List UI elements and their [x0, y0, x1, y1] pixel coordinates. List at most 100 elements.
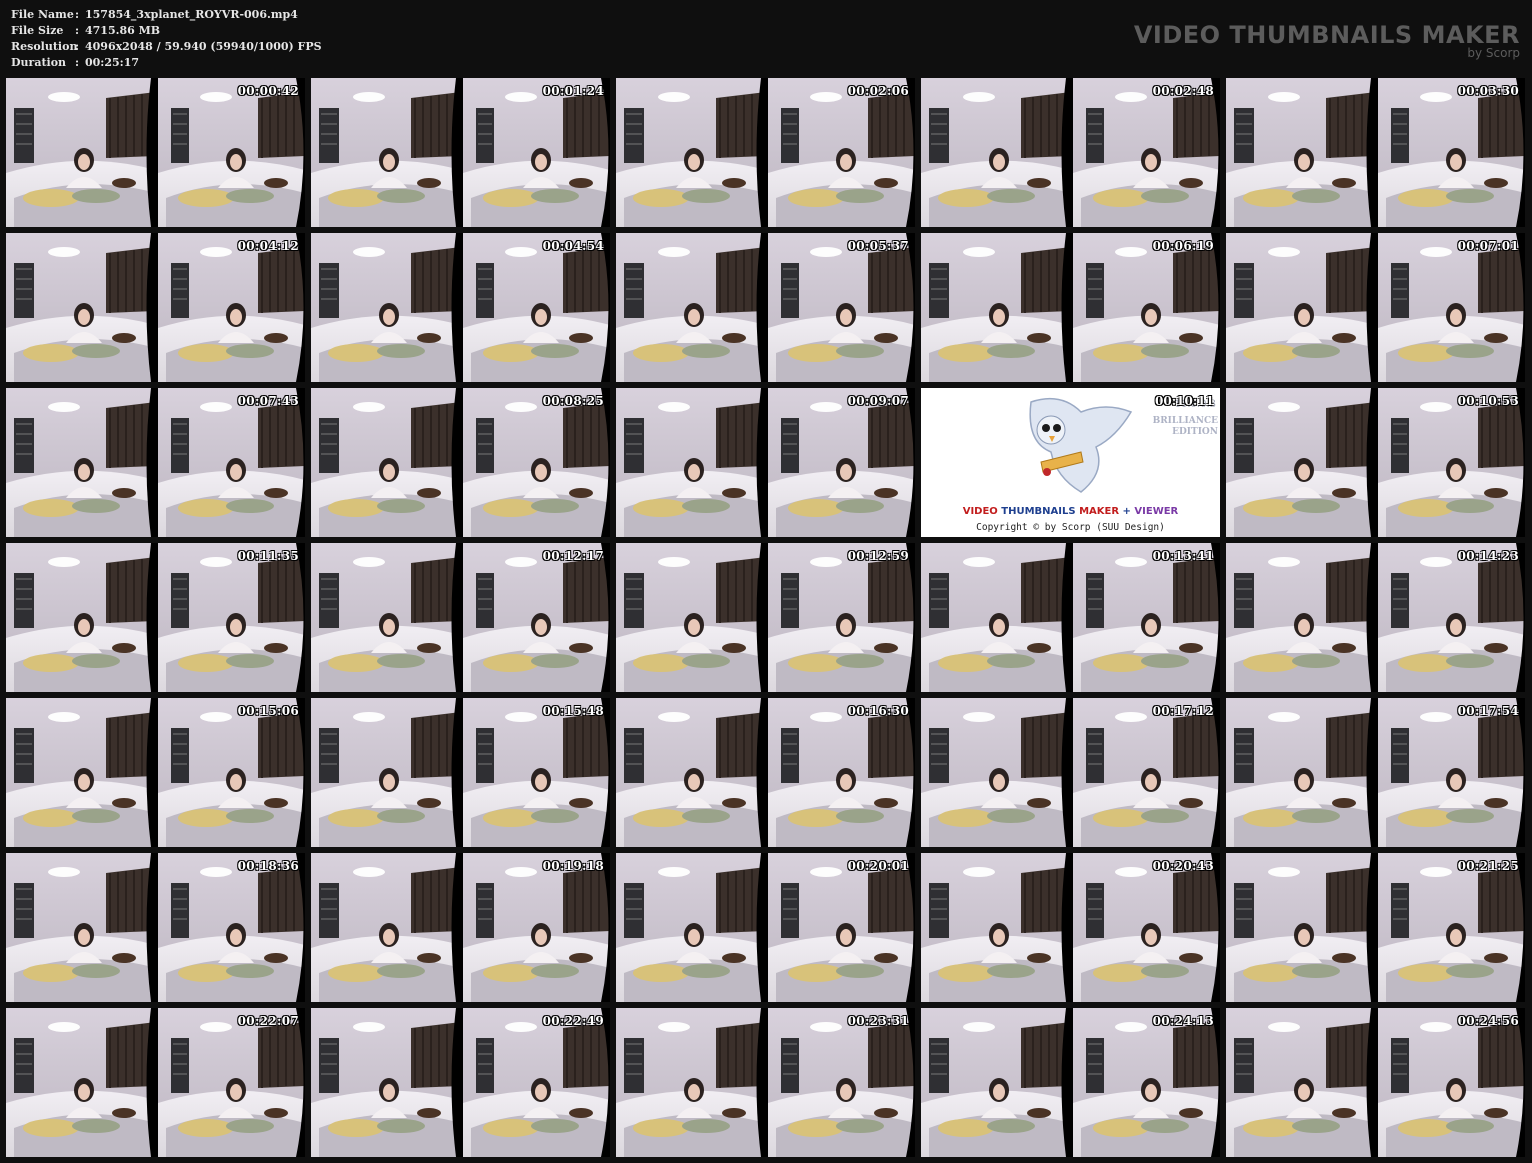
video-thumbnail[interactable]: 00:12:17	[311, 543, 610, 692]
video-thumbnail[interactable]: 00:18:36	[6, 853, 305, 1002]
thumbnail-timecode: 00:16:30	[847, 704, 909, 718]
info-separator: :	[75, 56, 80, 69]
thumbnail-frame-image	[616, 233, 915, 382]
info-label: Duration	[11, 56, 67, 69]
video-thumbnail[interactable]: 00:23:31	[616, 1008, 915, 1157]
thumbnail-timecode: 00:02:06	[847, 84, 909, 98]
thumbnail-frame-image	[921, 853, 1220, 1002]
video-thumbnail[interactable]: 00:09:07	[616, 388, 915, 537]
video-thumbnail[interactable]: 00:07:43	[6, 388, 305, 537]
info-value: 00:25:17	[85, 56, 140, 69]
logo-title-part: VIDEO	[962, 506, 1002, 517]
video-thumbnail[interactable]: 00:22:49	[311, 1008, 610, 1157]
video-thumbnail[interactable]: 00:24:56	[1226, 1008, 1525, 1157]
thumbnail-frame-image	[6, 233, 305, 382]
thumbnail-timecode: 00:10:53	[1457, 394, 1519, 408]
video-thumbnail[interactable]: 00:19:18	[311, 853, 610, 1002]
video-thumbnail[interactable]: 00:22:07	[6, 1008, 305, 1157]
video-thumbnail[interactable]: 00:01:24	[311, 78, 610, 227]
thumbnail-frame-image	[311, 78, 610, 227]
video-thumbnail[interactable]: 00:02:06	[616, 78, 915, 227]
video-thumbnail[interactable]: 00:02:48	[921, 78, 1220, 227]
brand-watermark: VIDEO THUMBNAILS MAKER by Scorp	[1134, 22, 1520, 59]
video-thumbnail[interactable]: 00:10:53	[1226, 388, 1525, 537]
video-thumbnail[interactable]: 00:13:41	[921, 543, 1220, 692]
video-thumbnail[interactable]: 00:17:12	[921, 698, 1220, 847]
thumbnail-timecode: 00:00:42	[237, 84, 299, 98]
thumbnail-frame-image	[921, 698, 1220, 847]
logo-title-part: VIEWER	[1134, 506, 1179, 517]
thumbnail-sheet: File Name : 157854_3xplanet_ROYVR-006.mp…	[0, 0, 1532, 1163]
video-thumbnail[interactable]: 00:24:13	[921, 1008, 1220, 1157]
thumbnail-timecode: 00:12:17	[542, 549, 604, 563]
thumbnail-timecode: 00:18:36	[237, 859, 299, 873]
thumbnail-frame-image	[1226, 233, 1525, 382]
logo-title-part: MAKER	[1079, 506, 1120, 517]
video-thumbnail[interactable]: 00:04:12	[6, 233, 305, 382]
logo-edition-line: EDITION	[1172, 427, 1218, 437]
file-info-name: File Name : 157854_3xplanet_ROYVR-006.mp…	[11, 7, 322, 23]
video-thumbnail[interactable]: 00:20:43	[921, 853, 1220, 1002]
info-value: 4715.86 MB	[85, 24, 161, 37]
thumbnail-frame-image	[311, 233, 610, 382]
info-value: 157854_3xplanet_ROYVR-006.mp4	[85, 8, 298, 21]
thumbnail-timecode: 00:06:19	[1152, 239, 1214, 253]
info-separator: :	[75, 40, 80, 53]
thumbnail-timecode: 00:11:35	[237, 549, 299, 563]
thumbnail-timecode: 00:01:24	[542, 84, 604, 98]
info-separator: :	[75, 8, 80, 21]
thumbnail-timecode: 00:14:23	[1457, 549, 1519, 563]
thumbnail-timecode: 00:22:49	[542, 1014, 604, 1028]
video-thumbnail[interactable]: 00:08:25	[311, 388, 610, 537]
thumbnail-timecode: 00:23:31	[847, 1014, 909, 1028]
video-thumbnail[interactable]: 00:05:37	[616, 233, 915, 382]
thumbnail-frame-image	[311, 388, 610, 537]
thumbnail-timecode: 00:22:07	[237, 1014, 299, 1028]
thumbnail-frame-image	[616, 543, 915, 692]
video-thumbnail[interactable]: 00:17:54	[1226, 698, 1525, 847]
thumbnail-timecode: 00:20:43	[1152, 859, 1214, 873]
info-label: File Size	[11, 24, 64, 37]
thumbnail-frame-image	[1226, 853, 1525, 1002]
thumbnail-frame-image	[311, 1008, 610, 1157]
thumbnail-timecode: 00:13:41	[1152, 549, 1214, 563]
file-info-resolution: Resolution : 4096x2048 / 59.940 (59940/1…	[11, 39, 322, 55]
video-thumbnail[interactable]: 00:06:19	[921, 233, 1220, 382]
thumbnail-frame-image	[311, 543, 610, 692]
info-value: 4096x2048 / 59.940 (59940/1000) FPS	[85, 40, 322, 53]
video-thumbnail[interactable]: 00:16:30	[616, 698, 915, 847]
thumbnail-frame-image	[616, 698, 915, 847]
video-thumbnail[interactable]: 00:07:01	[1226, 233, 1525, 382]
thumbnail-frame-image	[6, 78, 305, 227]
video-thumbnail[interactable]: 00:04:54	[311, 233, 610, 382]
thumbnail-timecode: 00:15:48	[542, 704, 604, 718]
thumbnail-timecode: 00:21:25	[1457, 859, 1519, 873]
thumbnail-frame-image	[616, 1008, 915, 1157]
video-thumbnail[interactable]: 00:00:42	[6, 78, 305, 227]
thumbnail-timecode: 00:09:07	[847, 394, 909, 408]
video-thumbnail[interactable]: 00:14:23	[1226, 543, 1525, 692]
thumbnail-timecode: 00:04:12	[237, 239, 299, 253]
thumbnail-timecode: 00:24:56	[1457, 1014, 1519, 1028]
thumbnail-timecode: 00:17:12	[1152, 704, 1214, 718]
logo-edition-line: BRILLIANCE	[1152, 416, 1218, 426]
thumbnail-timecode: 00:05:37	[847, 239, 909, 253]
video-thumbnail[interactable]: 00:12:59	[616, 543, 915, 692]
video-thumbnail[interactable]: 00:20:01	[616, 853, 915, 1002]
info-label: Resolution	[11, 40, 78, 53]
thumbnail-frame-image	[921, 543, 1220, 692]
thumbnail-frame-image	[616, 78, 915, 227]
thumbnail-frame-image	[6, 1008, 305, 1157]
video-thumbnail[interactable]: 00:21:25	[1226, 853, 1525, 1002]
video-thumbnail[interactable]: 00:15:48	[311, 698, 610, 847]
video-thumbnail[interactable]: 00:15:06	[6, 698, 305, 847]
brand-title: VIDEO THUMBNAILS MAKER	[1133, 21, 1520, 49]
video-thumbnail[interactable]: 00:11:35	[6, 543, 305, 692]
thumbnail-frame-image	[1226, 698, 1525, 847]
thumbnail-timecode: 00:04:54	[542, 239, 604, 253]
owl-logo-icon	[1029, 397, 1133, 493]
thumbnail-frame-image	[6, 543, 305, 692]
video-thumbnail[interactable]: 00:03:30	[1226, 78, 1525, 227]
thumbnail-frame-image	[6, 853, 305, 1002]
info-label: File Name	[11, 8, 74, 21]
